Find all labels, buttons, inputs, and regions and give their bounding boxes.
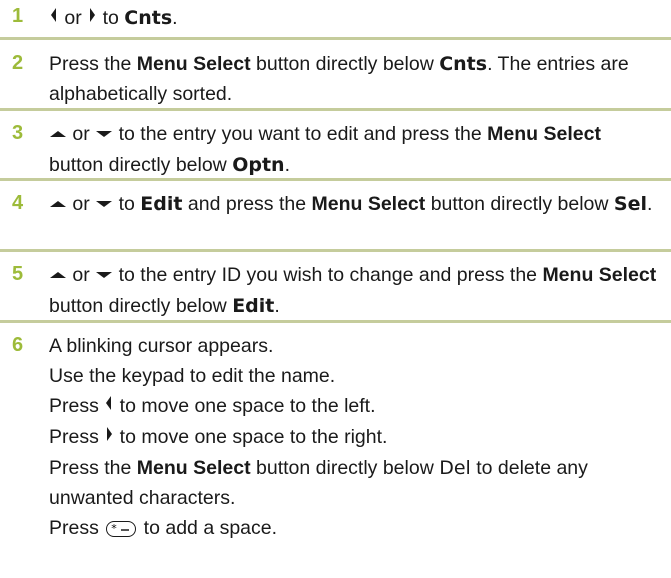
down-arrow-icon <box>95 118 113 148</box>
left-arrow-icon <box>49 2 59 32</box>
button-name: Menu Select <box>136 53 251 75</box>
display-label: Optn <box>232 153 285 176</box>
instruction-steps: 1 or to Cnts. 2 Press the Menu Select bu… <box>0 0 671 578</box>
step-text: or to the entry you want to edit and pre… <box>49 119 659 180</box>
text-fragment: Press <box>49 425 105 448</box>
text-fragment: or <box>59 7 88 29</box>
step-line: A blinking cursor appears. <box>49 331 659 361</box>
step-2: 2 Press the Menu Select button directly … <box>0 40 671 111</box>
left-arrow-icon <box>104 390 114 420</box>
step-number: 6 <box>12 334 24 356</box>
step-4: 4 or to Edit and press the Menu Select b… <box>0 181 671 252</box>
text-fragment: A blinking cursor appears. <box>49 335 274 357</box>
right-arrow-icon <box>87 2 97 32</box>
step-line: Press * to add a space. <box>49 513 659 543</box>
text-fragment: button directly below <box>250 53 440 75</box>
step-5: 5 or to the entry ID you wish to change … <box>0 252 671 323</box>
star-space-key-icon: * <box>106 520 137 537</box>
display-label: Edit <box>232 294 275 317</box>
button-name: Menu Select <box>487 123 601 145</box>
text-fragment: to the entry you want to edit and press … <box>113 123 488 145</box>
step-line: Press the Menu Select button directly be… <box>49 453 659 513</box>
text-fragment: Press <box>49 395 105 417</box>
text-fragment: button directly below <box>250 456 440 479</box>
step-3: 3 or to the entry you want to edit and p… <box>0 111 671 181</box>
up-arrow-icon <box>49 118 67 148</box>
step-text: Press the Menu Select button directly be… <box>49 49 659 109</box>
step-line: Use the keypad to edit the name. <box>49 361 659 391</box>
down-arrow-icon <box>95 259 113 289</box>
up-arrow-icon <box>49 188 67 218</box>
svg-text:*: * <box>112 522 118 535</box>
step-text: or to Edit and press the Menu Select but… <box>49 189 659 220</box>
button-name: Menu Select <box>136 456 251 479</box>
display-label: Cnts <box>124 7 173 29</box>
text-fragment: . <box>172 7 178 29</box>
text-fragment: to move one space to the right. <box>114 425 388 448</box>
step-text: or to Cnts. <box>49 3 659 34</box>
step-line: Press to move one space to the left. <box>49 391 659 422</box>
text-fragment: and press the <box>182 193 312 215</box>
display-label: Cnts <box>439 53 488 75</box>
display-label: Del <box>439 456 471 479</box>
text-fragment: to <box>97 7 125 29</box>
button-name: Menu Select <box>311 193 426 215</box>
step-1: 1 or to Cnts. <box>0 0 671 40</box>
text-fragment: or <box>67 193 96 215</box>
text-fragment: button directly below <box>49 294 233 317</box>
text-fragment: to move one space to the left. <box>114 395 376 417</box>
text-fragment: Press the <box>49 53 137 75</box>
text-fragment: or <box>67 264 96 286</box>
text-fragment: to add a space. <box>138 516 278 539</box>
text-fragment: or <box>67 123 96 145</box>
step-number: 3 <box>12 122 24 144</box>
display-label: Sel <box>613 193 647 215</box>
step-number: 2 <box>12 52 24 74</box>
up-arrow-icon <box>49 259 67 289</box>
text-fragment: to the entry ID you wish to change and p… <box>113 264 543 286</box>
step-6: 6 A blinking cursor appears. Use the keyp… <box>0 323 671 578</box>
text-fragment: Press <box>49 516 105 539</box>
right-arrow-icon <box>104 421 114 451</box>
step-number: 4 <box>12 192 24 214</box>
step-text: A blinking cursor appears. Use the keypad… <box>49 331 659 543</box>
step-number: 1 <box>12 5 24 27</box>
text-fragment: . <box>284 153 290 176</box>
text-fragment: . <box>646 193 653 215</box>
text-fragment: button directly below <box>49 153 233 176</box>
display-label: Edit <box>140 193 183 215</box>
down-arrow-icon <box>95 188 113 218</box>
step-number: 5 <box>12 263 24 285</box>
text-fragment: Use the keypad to edit the name. <box>49 365 336 387</box>
text-fragment: to <box>113 193 141 215</box>
step-text: or to the entry ID you wish to change an… <box>49 260 659 321</box>
text-fragment: . <box>274 294 280 317</box>
step-line: Press to move one space to the right. <box>49 422 659 453</box>
button-name: Menu Select <box>542 264 657 286</box>
text-fragment: button directly below <box>425 193 614 215</box>
text-fragment: Press the <box>49 456 137 479</box>
